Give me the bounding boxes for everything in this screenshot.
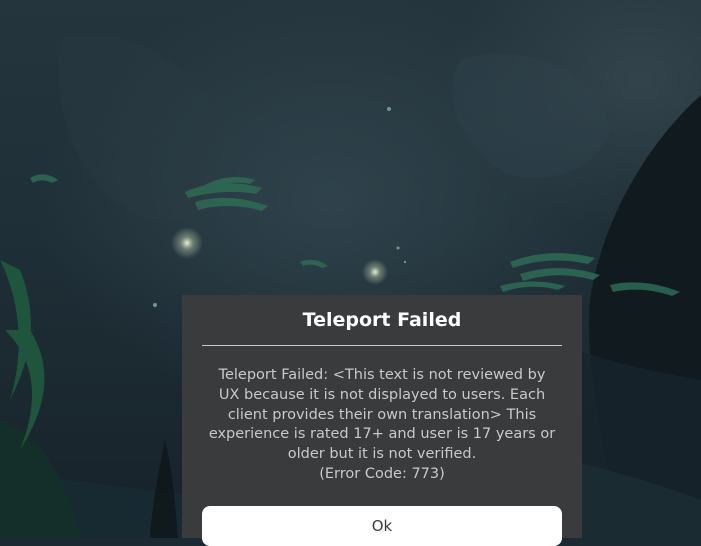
seaweed-left: [0, 260, 45, 450]
dialog-title: Teleport Failed: [302, 309, 462, 331]
particle: [396, 246, 400, 250]
distant-rock: [58, 34, 235, 222]
sparkle: [362, 259, 388, 285]
error-message: Teleport Failed: <This text is not revie…: [208, 367, 556, 463]
distant-rock-2: [452, 53, 610, 178]
left-kelp-shadow: [0, 420, 80, 538]
error-code: (Error Code: 773): [319, 465, 445, 482]
particle: [387, 107, 391, 111]
ok-button[interactable]: Ok: [202, 506, 562, 546]
sparkle: [171, 227, 203, 259]
dark-pillar: [150, 440, 178, 538]
dialog-message: Teleport Failed: <This text is not revie…: [208, 366, 556, 485]
title-divider: [202, 345, 562, 346]
particle: [153, 303, 157, 307]
teleport-failed-dialog: Teleport Failed Teleport Failed: <This t…: [182, 295, 582, 546]
particle: [403, 260, 407, 264]
